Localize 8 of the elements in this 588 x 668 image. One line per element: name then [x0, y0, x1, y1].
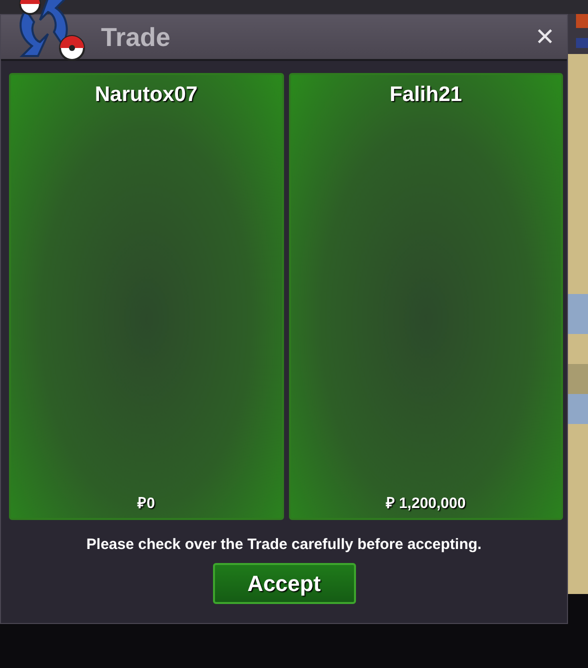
money-amount: ₽ 1,200,000 [386, 494, 466, 512]
trade-message: Please check over the Trade carefully before accepting. [85, 536, 483, 553]
close-button[interactable]: ✕ [530, 23, 559, 51]
money-amount: ₽0 [138, 494, 155, 512]
player-name: Narutox07 [94, 83, 198, 107]
accept-button[interactable]: Accept [212, 563, 356, 604]
window-title: Trade [101, 22, 172, 52]
player-name: Falih21 [390, 83, 462, 107]
